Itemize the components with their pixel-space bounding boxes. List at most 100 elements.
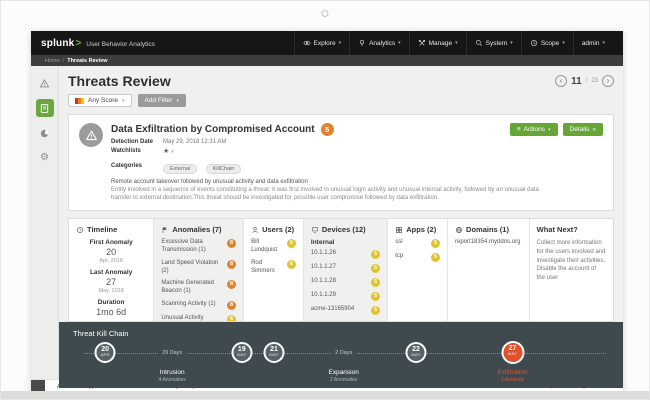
- score-badge: 6: [287, 260, 296, 269]
- anomaly-item[interactable]: Scanning Activity (1)8: [161, 301, 236, 310]
- threat-title: Data Exfiltration by Compromised Account: [111, 124, 315, 135]
- product-name: User Behavior Analytics: [86, 41, 155, 48]
- monitor-frame: splunk > User Behavior Analytics Explore…: [0, 0, 650, 400]
- chevron-down-icon: ▾: [171, 149, 174, 155]
- device-item[interactable]: acme-131659045: [311, 306, 380, 315]
- app-item[interactable]: tcp5: [395, 253, 440, 262]
- score-badge: 5: [431, 239, 440, 248]
- detection-date-label: Detection Date: [111, 139, 163, 145]
- score-filter-dropdown[interactable]: Any Score ▾: [68, 94, 132, 107]
- detection-date-value: May 29, 2018 12:31 AM: [163, 139, 226, 145]
- anomalies-panel: Anomalies (7) Excessive Data Transmissio…: [153, 219, 243, 321]
- domain-item[interactable]: report18354.myddns.org: [455, 239, 522, 247]
- eye-icon: [303, 39, 311, 47]
- pie-chart-icon: [39, 128, 50, 139]
- score-heatbar-icon: [75, 98, 84, 104]
- top-nav: Explore ▾ Analytics ▾ Manage ▾ System ▾: [294, 31, 613, 55]
- score-badge: 8: [227, 260, 236, 269]
- warning-triangle-icon: [39, 78, 50, 89]
- what-next-panel: What Next? Collect more information for …: [529, 219, 613, 321]
- category-chip[interactable]: External: [163, 164, 197, 174]
- kill-chain-title: Threat Kill Chain: [59, 322, 623, 338]
- monitor-icon: [311, 226, 319, 234]
- nav-scope[interactable]: Scope ▾: [521, 31, 573, 55]
- app-item[interactable]: ssl5: [395, 239, 440, 248]
- segment-duration-label: 2 Days: [331, 350, 356, 356]
- user-icon: [251, 226, 259, 234]
- nav-admin[interactable]: admin ▾: [573, 31, 613, 55]
- kill-chain-node[interactable]: 21 MAY: [264, 342, 285, 363]
- page-title: Threats Review: [68, 73, 171, 89]
- add-filter-button[interactable]: Add Filter ▾: [138, 94, 186, 107]
- devices-group-label: Internal: [311, 239, 380, 246]
- user-item[interactable]: Rod Simmers6: [251, 260, 296, 276]
- threat-card: Data Exfiltration by Compromised Account…: [68, 114, 614, 211]
- details-button[interactable]: Details »: [563, 123, 604, 136]
- bulb-icon: [358, 39, 366, 47]
- threat-list-icon: [39, 103, 50, 114]
- breadcrumb-separator: /: [63, 58, 65, 64]
- kill-chain-node[interactable]: 22 MAY: [406, 342, 427, 363]
- pagination-total: 23: [591, 78, 598, 84]
- chevron-down-icon: ▾: [122, 98, 125, 104]
- anomaly-item[interactable]: Unusual Activity6: [161, 315, 236, 321]
- sidebar-item-anomalies[interactable]: [36, 74, 54, 92]
- chevron-down-icon: ▾: [176, 98, 179, 104]
- camera-dot: [322, 10, 329, 17]
- sidebar-item-reports[interactable]: [36, 124, 54, 142]
- nav-system[interactable]: System ▾: [466, 31, 521, 55]
- threat-avatar: [79, 123, 103, 147]
- gear-icon: ⚙: [40, 153, 49, 163]
- globe-icon: [455, 226, 463, 234]
- kill-chain-node[interactable]: 20 APR: [95, 342, 116, 363]
- prev-threat-button[interactable]: ‹: [555, 75, 567, 87]
- clock-icon: [76, 226, 84, 234]
- user-item[interactable]: Bill Lundquist6: [251, 239, 296, 255]
- anomaly-item[interactable]: Excessive Data Transmission (1)8: [161, 239, 236, 255]
- next-threat-button[interactable]: ›: [602, 75, 614, 87]
- anomaly-item[interactable]: Land Speed Violation (2)8: [161, 260, 236, 276]
- app-window: splunk > User Behavior Analytics Explore…: [31, 31, 623, 393]
- nav-manage[interactable]: Manage ▾: [409, 31, 466, 55]
- threat-summary: Remote account takeover followed by unus…: [111, 179, 551, 185]
- nav-explore[interactable]: Explore ▾: [294, 31, 350, 55]
- watchlist-star-button[interactable]: ★▾: [163, 147, 174, 155]
- device-item[interactable]: 10.1.1.265: [311, 250, 380, 259]
- apps-panel: Apps (2) ssl5 tcp5: [387, 219, 447, 321]
- flag-icon: [161, 226, 169, 234]
- device-item[interactable]: 10.1.1.295: [311, 292, 380, 301]
- chevron-down-icon: ▾: [548, 127, 551, 133]
- score-badge: 5: [431, 253, 440, 262]
- categories-label: Categories: [111, 163, 163, 169]
- device-item[interactable]: 10.1.1.285: [311, 278, 380, 287]
- logo-text: splunk: [41, 38, 74, 49]
- chevron-down-icon: ▾: [398, 40, 401, 46]
- left-sidebar: ⚙: [31, 66, 59, 379]
- anomaly-item[interactable]: Machine Generated Beacon (1)8: [161, 280, 236, 296]
- threat-kill-chain: Threat Kill Chain 29 Days 2 Days 20 APR …: [59, 322, 623, 388]
- monitor-bottom-bezel: [1, 391, 649, 399]
- threat-pagination: ‹ 11 / 23 ›: [555, 75, 614, 87]
- domains-panel: Domains (1) report18354.myddns.org: [447, 219, 529, 321]
- search-icon: [475, 39, 483, 47]
- sidebar-item-settings[interactable]: ⚙: [36, 149, 54, 167]
- nav-analytics[interactable]: Analytics ▾: [349, 31, 409, 55]
- pagination-current: 11: [571, 76, 582, 87]
- breadcrumb-current: Threats Review: [67, 58, 107, 64]
- breadcrumb-home[interactable]: Home: [45, 58, 60, 64]
- score-badge: 5: [371, 264, 380, 273]
- threat-description: Entity involved in a sequence of events …: [111, 186, 551, 202]
- stage-expansion: Expansion 2 Anomalies: [328, 369, 358, 383]
- actions-button[interactable]: ≡ Actions ▾: [510, 123, 558, 136]
- score-badge: 6: [287, 239, 296, 248]
- kill-chain-node[interactable]: 19 MAY: [231, 342, 252, 363]
- device-item[interactable]: 10.1.1.275: [311, 264, 380, 273]
- segment-duration-label: 29 Days: [158, 350, 186, 356]
- category-chip[interactable]: KillChain: [206, 164, 242, 174]
- sidebar-item-threats[interactable]: [36, 99, 54, 117]
- chevron-down-icon: ▾: [455, 40, 458, 46]
- kill-chain-node-exfiltration[interactable]: 27 MAY: [501, 341, 524, 364]
- score-badge: 8: [227, 239, 236, 248]
- score-badge: 5: [371, 250, 380, 259]
- main-area: Threats Review ‹ 11 / 23 › A: [59, 66, 623, 379]
